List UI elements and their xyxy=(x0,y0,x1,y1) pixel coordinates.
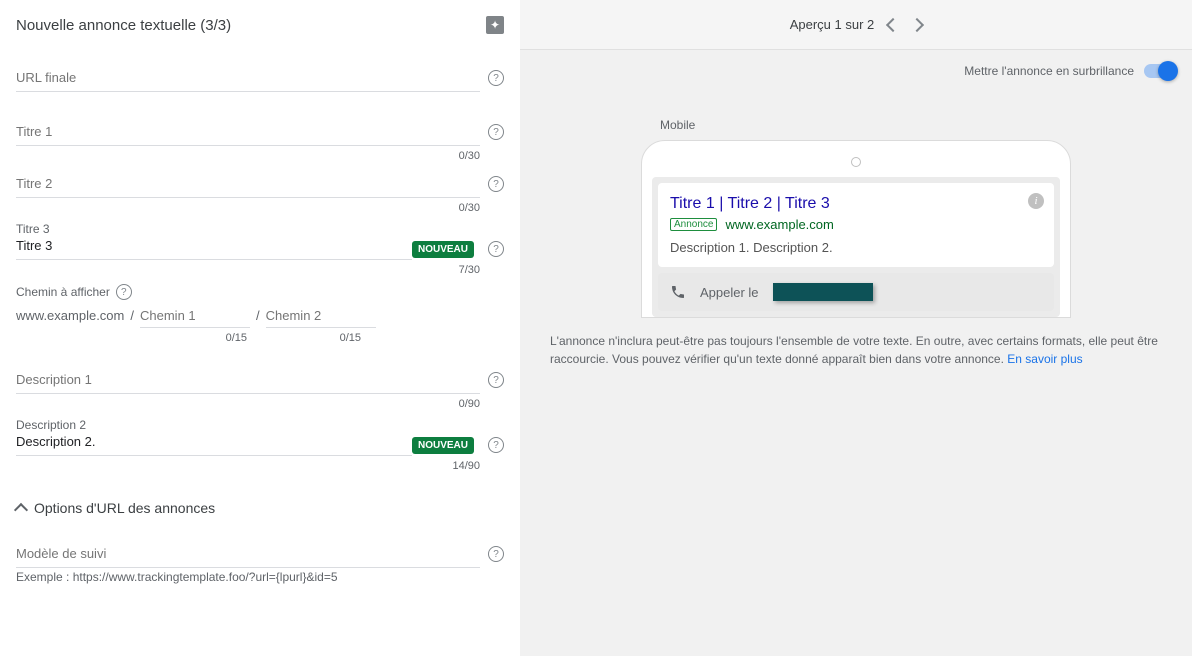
field-desc1: 0/90 xyxy=(16,366,504,410)
redacted-number xyxy=(773,283,873,301)
desc1-input[interactable] xyxy=(16,366,480,394)
help-icon[interactable] xyxy=(488,176,504,192)
info-icon[interactable] xyxy=(1028,193,1044,209)
new-badge: NOUVEAU xyxy=(412,437,474,454)
field-title1: 0/30 xyxy=(16,118,504,162)
tracking-example: Exemple : https://www.trackingtemplate.f… xyxy=(16,570,504,584)
new-badge: NOUVEAU xyxy=(412,241,474,258)
learn-more-link[interactable]: En savoir plus xyxy=(1007,352,1082,366)
display-path-label: Chemin à afficher xyxy=(16,285,110,299)
preview-header: Aperçu 1 sur 2 xyxy=(520,0,1192,50)
highlight-toggle[interactable] xyxy=(1144,64,1176,78)
title1-counter: 0/30 xyxy=(16,150,480,162)
ad-card: Titre 1 | Titre 2 | Titre 3 Annonce www.… xyxy=(658,183,1054,267)
chevron-up-icon xyxy=(14,503,28,517)
call-extension: Appeler le xyxy=(658,273,1054,311)
ad-url: www.example.com xyxy=(725,217,833,232)
ad-badge: Annonce xyxy=(670,218,717,231)
preview-counter: Aperçu 1 sur 2 xyxy=(790,17,875,32)
highlight-row: Mettre l'annonce en surbrillance xyxy=(520,50,1192,82)
phone-icon xyxy=(670,284,686,300)
star-icon[interactable] xyxy=(486,16,504,34)
phone-speaker-icon xyxy=(851,157,861,167)
help-icon[interactable] xyxy=(488,437,504,453)
mobile-label: Mobile xyxy=(660,118,1162,132)
path2-input[interactable] xyxy=(266,304,376,328)
ad-card-outer: Titre 1 | Titre 2 | Titre 3 Annonce www.… xyxy=(652,177,1060,317)
path2-counter: 0/15 xyxy=(253,332,361,344)
disclaimer: L'annonce n'inclura peut-être pas toujou… xyxy=(550,332,1162,368)
call-label: Appeler le xyxy=(700,285,759,300)
final-url-input[interactable] xyxy=(16,64,480,92)
desc2-input[interactable] xyxy=(16,434,412,456)
title3-counter: 7/30 xyxy=(16,264,480,276)
help-icon[interactable] xyxy=(488,372,504,388)
tracking-input[interactable] xyxy=(16,540,480,568)
highlight-label: Mettre l'annonce en surbrillance xyxy=(964,64,1134,78)
url-options-label: Options d'URL des annonces xyxy=(34,500,215,516)
title3-label: Titre 3 xyxy=(16,222,504,236)
field-desc2: Description 2 NOUVEAU 14/90 xyxy=(16,418,504,472)
path1-input[interactable] xyxy=(140,304,250,328)
preview-body: Mobile Titre 1 | Titre 2 | Titre 3 Annon… xyxy=(520,82,1192,384)
help-icon[interactable] xyxy=(488,241,504,257)
title2-counter: 0/30 xyxy=(16,202,480,214)
field-display-path: Chemin à afficher www.example.com / / 0/… xyxy=(16,284,504,344)
help-icon[interactable] xyxy=(488,70,504,86)
phone-frame: Titre 1 | Titre 2 | Titre 3 Annonce www.… xyxy=(641,140,1071,318)
ad-description: Description 1. Description 2. xyxy=(670,240,1042,255)
help-icon[interactable] xyxy=(488,124,504,140)
prev-arrow-icon[interactable] xyxy=(886,17,900,31)
form-panel: Nouvelle annonce textuelle (3/3) 0/30 0/… xyxy=(0,0,520,656)
title3-input[interactable] xyxy=(16,238,412,260)
preview-panel: Aperçu 1 sur 2 Mettre l'annonce en surbr… xyxy=(520,0,1192,656)
ad-headline: Titre 1 | Titre 2 | Titre 3 xyxy=(670,195,1042,213)
desc2-counter: 14/90 xyxy=(16,460,480,472)
next-arrow-icon[interactable] xyxy=(910,17,924,31)
display-path-base: www.example.com xyxy=(16,308,124,323)
url-options-toggle[interactable]: Options d'URL des annonces xyxy=(16,500,504,516)
desc2-label: Description 2 xyxy=(16,418,504,432)
field-title3: Titre 3 NOUVEAU 7/30 xyxy=(16,222,504,276)
field-tracking: Exemple : https://www.trackingtemplate.f… xyxy=(16,540,504,584)
field-title2: 0/30 xyxy=(16,170,504,214)
help-icon[interactable] xyxy=(116,284,132,300)
field-final-url xyxy=(16,64,504,92)
desc1-counter: 0/90 xyxy=(16,398,480,410)
title1-input[interactable] xyxy=(16,118,480,146)
panel-title: Nouvelle annonce textuelle (3/3) xyxy=(16,17,231,34)
panel-header: Nouvelle annonce textuelle (3/3) xyxy=(16,16,504,34)
help-icon[interactable] xyxy=(488,546,504,562)
title2-input[interactable] xyxy=(16,170,480,198)
path1-counter: 0/15 xyxy=(162,332,247,344)
